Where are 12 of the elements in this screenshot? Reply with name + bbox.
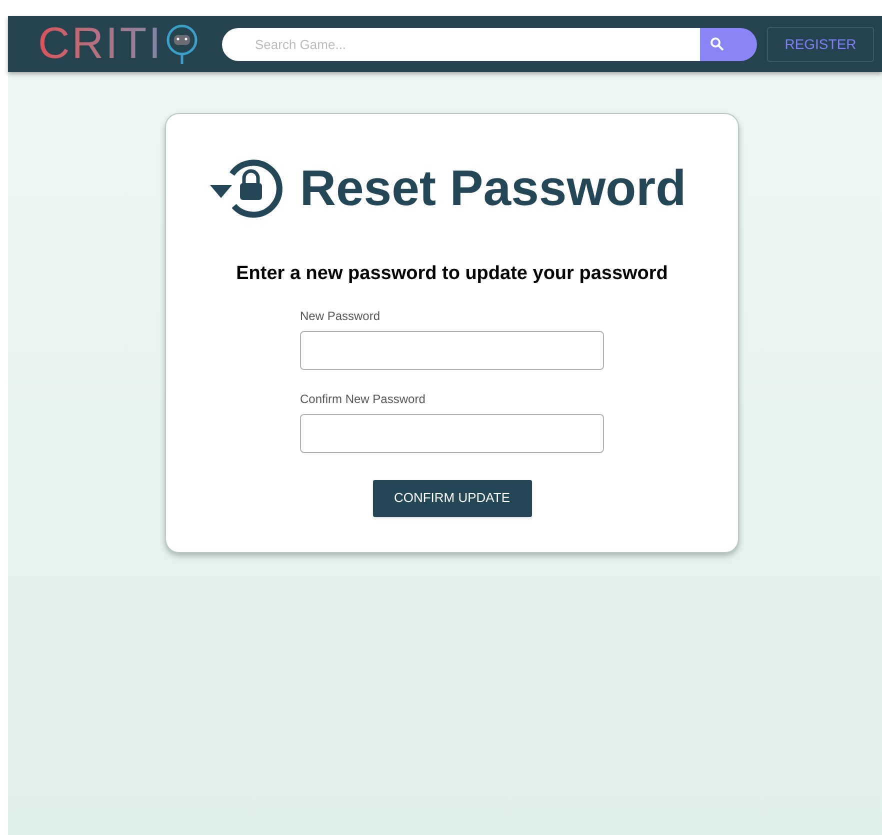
- password-field[interactable]: [300, 330, 604, 370]
- search-icon: [710, 37, 724, 51]
- field-label: New Password: [300, 308, 382, 324]
- gamepad-logo-icon: [164, 22, 199, 66]
- search-field[interactable]: Search Game...: [222, 28, 700, 60]
- register-button[interactable]: REGISTER: [767, 26, 874, 62]
- password-field[interactable]: [300, 414, 604, 452]
- page-title: Reset Password: [300, 163, 686, 213]
- subtitle: Enter a new password to update your password: [236, 262, 668, 286]
- confirm-update-button[interactable]: CONFIRM UPDATE: [372, 480, 532, 516]
- field-label: Confirm New Password: [300, 390, 426, 408]
- search-button[interactable]: [700, 28, 757, 60]
